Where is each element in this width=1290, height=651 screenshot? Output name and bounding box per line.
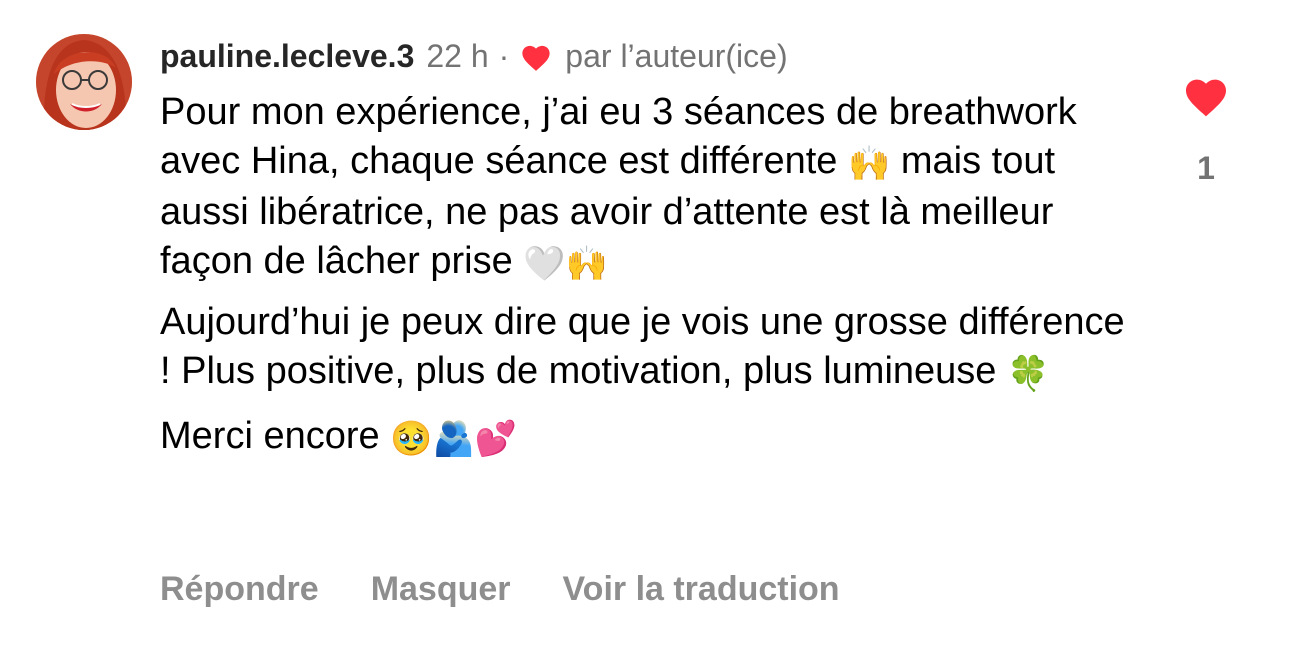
- liked-by-author-label: par l’auteur(ice): [565, 37, 788, 74]
- comment: pauline.lecleve.3 22 h · par l’auteur(ic…: [0, 0, 1290, 651]
- see-translation-button[interactable]: Voir la traduction: [563, 570, 840, 609]
- avatar[interactable]: [36, 34, 132, 130]
- reply-button[interactable]: Répondre: [160, 570, 319, 609]
- comment-body: Pour mon expérience, j’ai eu 3 séances d…: [160, 88, 1140, 474]
- heart-icon: [1186, 79, 1226, 117]
- four-leaf-clover-icon: 🍀: [1006, 353, 1050, 394]
- raising-hands-icon: 🙌: [565, 243, 609, 284]
- username[interactable]: pauline.lecleve.3: [160, 38, 414, 75]
- raising-hands-icon: 🙌: [847, 143, 891, 184]
- like-count: 1: [1197, 150, 1215, 186]
- avatar-image: [36, 34, 132, 130]
- white-heart-icon: 🤍: [523, 243, 566, 284]
- comment-paragraph: Merci encore 🥹🫂💕: [160, 412, 1140, 464]
- two-hearts-icon: 💕: [474, 419, 518, 459]
- comment-paragraph: Aujourd’hui je peux dire que je vois une…: [160, 298, 1140, 398]
- comment-paragraph: Pour mon expérience, j’ai eu 3 séances d…: [160, 88, 1140, 288]
- comment-actions: Répondre Masquer Voir la traduction: [160, 570, 840, 609]
- comment-text: Aujourd’hui je peux dire que je vois une…: [160, 301, 1125, 392]
- comment-text: Merci encore: [160, 415, 391, 457]
- pleading-face-icon: 🥹: [390, 419, 433, 459]
- heart-icon: [519, 42, 553, 72]
- timestamp: 22 h: [426, 37, 489, 74]
- hugging-people-icon: 🫂: [432, 419, 475, 459]
- separator: ·: [498, 37, 510, 74]
- like-button[interactable]: [1182, 74, 1230, 118]
- hide-button[interactable]: Masquer: [371, 570, 511, 609]
- comment-header: pauline.lecleve.3 22 h · par l’auteur(ic…: [160, 34, 788, 78]
- like-column: 1: [1176, 74, 1236, 187]
